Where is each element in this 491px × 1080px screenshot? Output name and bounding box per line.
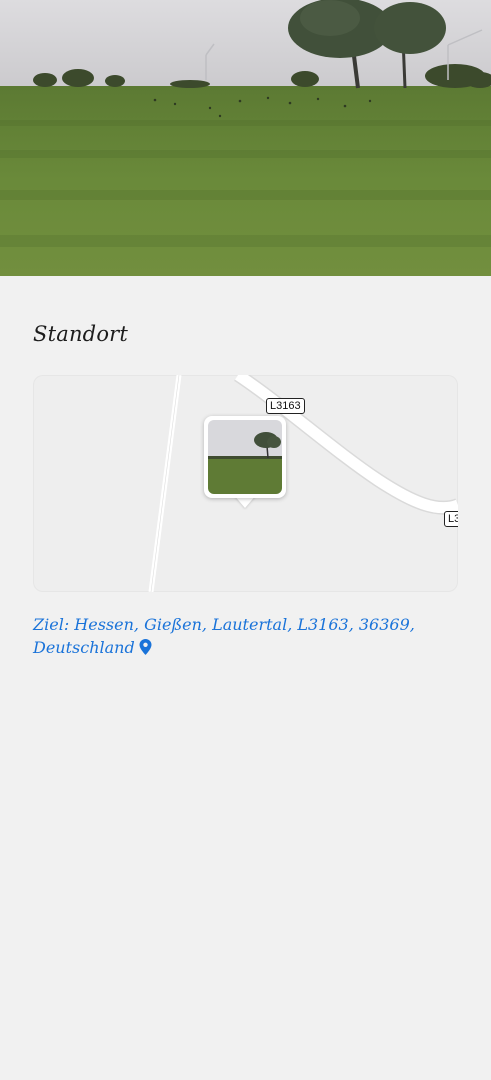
destination-address-link[interactable]: Ziel: Hessen, Gießen, Lautertal, L3163, … [33,613,433,659]
marker-photo-thumbnail [208,420,282,494]
road-label: L3163 [266,398,305,414]
photo-location-marker[interactable] [204,416,286,514]
location-pin-icon [139,639,152,655]
section-title-location: Standort [33,322,129,346]
photo-landscape-image [0,0,491,276]
location-map[interactable]: L3163 L3 [33,375,458,592]
road-label: L3 [444,511,458,527]
photo-preview[interactable] [0,0,491,276]
destination-address-text: Ziel: Hessen, Gießen, Lautertal, L3163, … [33,615,415,657]
photo-detail-page: Standort L3163 L3 [0,0,491,1080]
